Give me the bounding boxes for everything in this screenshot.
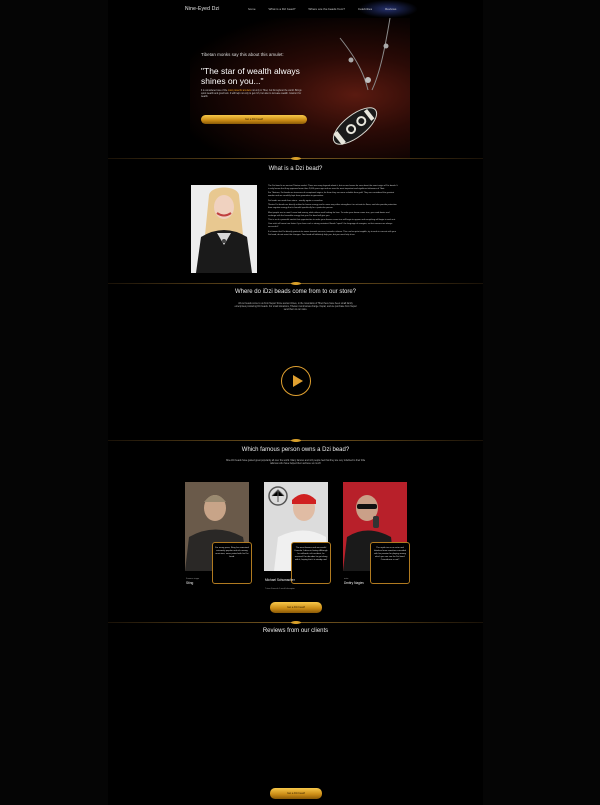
- hero-banner: [190, 18, 410, 158]
- celebrity-name: Michael Schumacher: [265, 578, 295, 582]
- nav-where-from[interactable]: Where are the beads from?: [308, 7, 345, 11]
- celebrity-quote-card: The rapid rise as an actor and fabulous …: [370, 542, 410, 584]
- celebrity-name: Sting: [186, 581, 194, 585]
- celebrity-name: Dmitry Nagiev: [344, 581, 365, 585]
- what-is-paragraph: For Tibetans, Dzi beads are treasures of…: [268, 192, 395, 198]
- what-is-paragraph: This is such a powerful amulet that oppo…: [268, 218, 396, 221]
- celebrity-quote-card: For many years, Sting has remained extre…: [212, 542, 252, 584]
- hero-quote: "The star of wealth always shines on you…: [201, 66, 300, 86]
- hero-text-start: It is considered one of the: [201, 90, 228, 92]
- woman-photo-illustration: [191, 185, 257, 273]
- nav-reviews[interactable]: Reviews: [385, 7, 396, 11]
- dzi-amulet-image: [332, 18, 391, 146]
- what-is-paragraph: The Dzi bead is an ancient Tibetan amule…: [268, 185, 398, 190]
- top-navigation-bar: Nine-Eyed Dzi home What is a Dzi bead? W…: [108, 0, 483, 18]
- landing-page: Nine-Eyed Dzi home What is a Dzi bead? W…: [108, 0, 483, 805]
- where-from-title: Where do iDzi beads come from to our sto…: [234, 289, 357, 295]
- hero-description: It is considered one of the most powerfu…: [201, 90, 306, 100]
- hero-text-highlight: most powerful amulets: [227, 90, 251, 92]
- reviews-carousel: [108, 640, 483, 790]
- reviews-cta-button[interactable]: Get a Dzi bead!: [270, 788, 322, 799]
- celebrity-role: 7-time Formula 1 world champion: [265, 588, 295, 590]
- hero-intro: Tibetan monks say this about this amulet…: [201, 52, 284, 57]
- celebrity-quote-card: The most famous and successful Formula 1…: [291, 542, 331, 584]
- divider-ornament: [291, 157, 301, 160]
- what-is-paragraph: Tibetan Dzi beads are directly related t…: [268, 204, 397, 210]
- woman-with-amulet-photo: [191, 185, 257, 273]
- what-is-paragraph: It is known that Dzi directly protects i…: [268, 230, 397, 236]
- reviews-title: Reviews from our clients: [262, 628, 329, 634]
- celebrity-role: Famous singer: [186, 578, 200, 580]
- nav-home[interactable]: home: [248, 7, 256, 11]
- page-frame: Nine-Eyed Dzi home What is a Dzi bead? W…: [0, 0, 600, 805]
- famous-cta-button[interactable]: Get a Dzi bead!: [270, 602, 322, 613]
- brand-logo[interactable]: Nine-Eyed Dzi: [185, 6, 220, 12]
- hero-cta-button[interactable]: Get a Dzi bead!: [201, 115, 307, 124]
- what-is-title: What is a Dzi bead?: [268, 166, 323, 172]
- what-is-paragraph: Most people are in need. Loose bad money…: [268, 211, 390, 217]
- what-is-description: The Dzi bead is an ancient Tibetan amule…: [268, 185, 398, 238]
- play-icon[interactable]: [281, 366, 311, 396]
- famous-owners-subtitle: Nine-Dzi beads have gained great popular…: [225, 460, 366, 466]
- where-from-description: All our beads come to us from Nepal. Sin…: [234, 303, 357, 312]
- what-is-paragraph: Dzi beads are made from stone - usually …: [268, 199, 324, 202]
- nav-what-is[interactable]: What is a Dzi bead?: [269, 7, 296, 11]
- main-nav: home What is a Dzi bead? Where are the b…: [248, 7, 396, 11]
- divider-ornament: [291, 282, 301, 285]
- divider-ornament: [291, 621, 301, 624]
- divider-ornament: [291, 439, 301, 442]
- celebrity-role: actor: [344, 578, 349, 580]
- famous-owners-title: Which famous person owns a Dzi bead?: [241, 447, 350, 453]
- what-is-paragraph: Your wish will come true faster if you h…: [268, 223, 393, 229]
- nav-celebrities[interactable]: Celebrities: [358, 7, 372, 11]
